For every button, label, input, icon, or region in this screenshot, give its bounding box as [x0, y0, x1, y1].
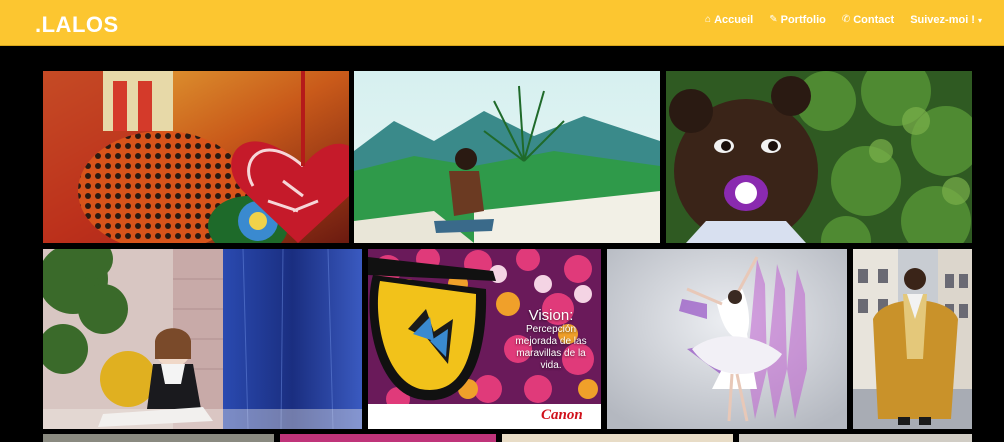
brand-logo[interactable]: .LALOS — [35, 12, 119, 38]
canon-logo: Canon — [541, 407, 583, 423]
ballet-dancer-image — [607, 249, 847, 429]
nav-label: Suivez-moi ! — [910, 14, 975, 26]
girl-blue-wall-image — [43, 249, 362, 429]
navbar: .LALOS ⌂ Accueil ✎ Portfolio ✆ Contact S… — [0, 0, 1004, 46]
ad-copy: Vision: Percepción mejorada de las marav… — [506, 307, 596, 372]
gallery-photo-girl-blue-wall[interactable] — [43, 249, 362, 429]
gallery-photo-ballet-dancer[interactable] — [607, 249, 847, 429]
nav-label: Contact — [853, 14, 895, 26]
nav-link-contact[interactable]: ✆ Contact — [842, 14, 894, 26]
ad-body: Percepción mejorada de las maravillas de… — [515, 324, 587, 371]
gallery-photo-row3-1[interactable] — [43, 434, 274, 442]
home-icon: ⌂ — [705, 14, 712, 25]
nav-menu: ⌂ Accueil ✎ Portfolio ✆ Contact Suivez-m… — [705, 14, 982, 26]
gallery-photo-boy-on-beach[interactable] — [354, 71, 660, 243]
nav-label: Accueil — [714, 14, 754, 26]
man-golden-robe-image — [853, 249, 972, 429]
nav-dropdown-suivez-moi[interactable]: Suivez-moi ! ▾ — [910, 14, 982, 26]
gallery-photo-man-golden-robe[interactable] — [853, 249, 972, 429]
gallery-photo-row3-2[interactable] — [280, 434, 496, 442]
child-pacifier-image — [666, 71, 972, 243]
gallery-photo-heart-ornament[interactable] — [43, 71, 349, 243]
boy-on-beach-image — [354, 71, 660, 243]
phone-icon: ✆ — [841, 14, 851, 25]
nav-link-portfolio[interactable]: ✎ Portfolio — [769, 14, 826, 26]
nav-link-accueil[interactable]: ⌂ Accueil — [705, 14, 753, 26]
gallery-photo-child-pacifier[interactable] — [666, 71, 972, 243]
gallery-photo-row3-4[interactable] — [739, 434, 972, 442]
pencil-icon: ✎ — [769, 14, 778, 25]
ad-title: Vision: — [528, 307, 574, 324]
heart-ornament-image — [43, 71, 349, 243]
nav-label: Portfolio — [780, 14, 826, 26]
gallery-photo-canon-vision-ad[interactable]: Vision: Percepción mejorada de las marav… — [368, 249, 601, 429]
gallery-photo-row3-3[interactable] — [502, 434, 733, 442]
chevron-down-icon: ▾ — [977, 15, 982, 25]
